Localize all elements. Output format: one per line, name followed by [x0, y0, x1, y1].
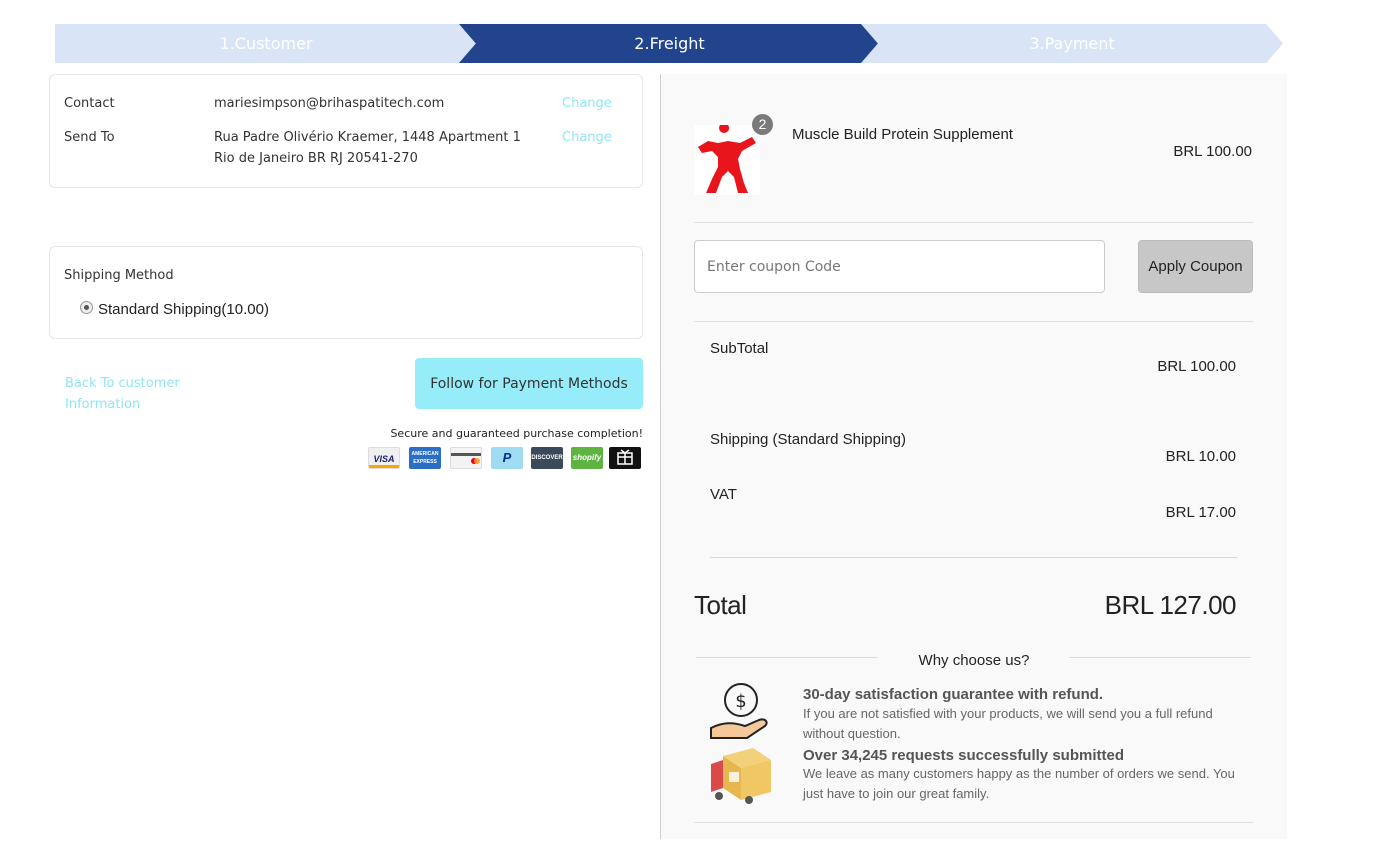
shipping-value: BRL 10.00: [1165, 448, 1236, 465]
send-to-address: Rua Padre Olivério Kraemer, 1448 Apartme…: [214, 127, 521, 169]
follow-payment-button[interactable]: Follow for Payment Methods: [415, 358, 643, 409]
feature-text-requests: We leave as many customers happy as the …: [803, 766, 1235, 801]
amex-icon: AMERICAN EXPRESS: [409, 447, 441, 469]
divider: [694, 321, 1253, 322]
svg-text:$: $: [735, 691, 746, 712]
shipping-label: Shipping (Standard Shipping): [710, 431, 906, 448]
address-line-2: Rio de Janeiro BR RJ 20541-270: [214, 151, 418, 166]
gift-card-icon: [609, 447, 641, 469]
feature-title-refund: 30-day satisfaction guarantee with refun…: [803, 686, 1104, 703]
product-image: [694, 123, 760, 195]
discover-label: DISCOVER: [531, 455, 563, 461]
apply-coupon-button[interactable]: Apply Coupon: [1138, 240, 1253, 293]
address-line-1: Rua Padre Olivério Kraemer, 1448 Apartme…: [214, 130, 521, 145]
product-name: Muscle Build Protein Supplement: [792, 126, 1013, 143]
product-price: BRL 100.00: [1173, 143, 1252, 160]
visa-icon: VISA: [368, 447, 400, 469]
divider: [710, 557, 1237, 558]
step-payment[interactable]: 3.Payment: [861, 24, 1283, 63]
feature-text-refund: If you are not satisfied with your produ…: [803, 706, 1213, 741]
vat-value: BRL 17.00: [1165, 504, 1236, 521]
total-label: Total: [694, 590, 747, 620]
secure-purchase-text: Secure and guaranteed purchase completio…: [390, 427, 643, 440]
why-choose-us-title: Why choose us?: [918, 652, 1030, 669]
subtotal-value: BRL 100.00: [1157, 358, 1236, 375]
contact-card: Contact mariesimpson@brihaspatitech.com …: [49, 74, 643, 188]
coupon-input[interactable]: [694, 240, 1105, 293]
step-freight[interactable]: 2.Freight: [459, 24, 880, 63]
step-customer[interactable]: 1.Customer: [55, 24, 477, 63]
divider: [694, 222, 1253, 223]
total-value: BRL 127.00: [1104, 590, 1237, 620]
money-hand-icon: $: [707, 680, 771, 747]
quantity-badge: 2: [752, 114, 773, 135]
shopify-label: shopify: [572, 453, 602, 462]
shipping-radio[interactable]: [80, 301, 93, 314]
amex-label: AMERICAN EXPRESS: [411, 451, 439, 465]
contact-change-link[interactable]: Change: [562, 96, 612, 111]
shipping-method-title: Shipping Method: [64, 268, 174, 283]
delivery-truck-icon: [709, 742, 773, 809]
checkout-steps: 1.Customer 2.Freight 3.Payment: [55, 24, 1283, 63]
vat-label: VAT: [710, 486, 737, 503]
send-to-label: Send To: [64, 130, 115, 145]
subtotal-label: SubTotal: [710, 340, 769, 357]
order-summary: 2 Muscle Build Protein Supplement BRL 10…: [661, 74, 1287, 839]
card-icon: [450, 447, 482, 469]
visa-label: VISA: [373, 454, 395, 464]
contact-value: mariesimpson@brihaspatitech.com: [214, 96, 445, 111]
paypal-label: P: [502, 450, 512, 465]
send-to-change-link[interactable]: Change: [562, 130, 612, 145]
contact-label: Contact: [64, 96, 115, 111]
shipping-method-card: Shipping Method Standard Shipping(10.00): [49, 246, 643, 339]
paypal-icon: P: [491, 447, 523, 469]
divider: [694, 822, 1253, 823]
back-to-customer-link[interactable]: Back To customer Information: [65, 373, 215, 415]
shopify-icon: shopify: [571, 447, 603, 469]
discover-icon: DISCOVER: [531, 447, 563, 469]
shipping-option-label[interactable]: Standard Shipping(10.00): [98, 301, 269, 318]
feature-title-requests: Over 34,245 requests successfully submit…: [803, 747, 1124, 764]
divider: [1069, 657, 1251, 658]
